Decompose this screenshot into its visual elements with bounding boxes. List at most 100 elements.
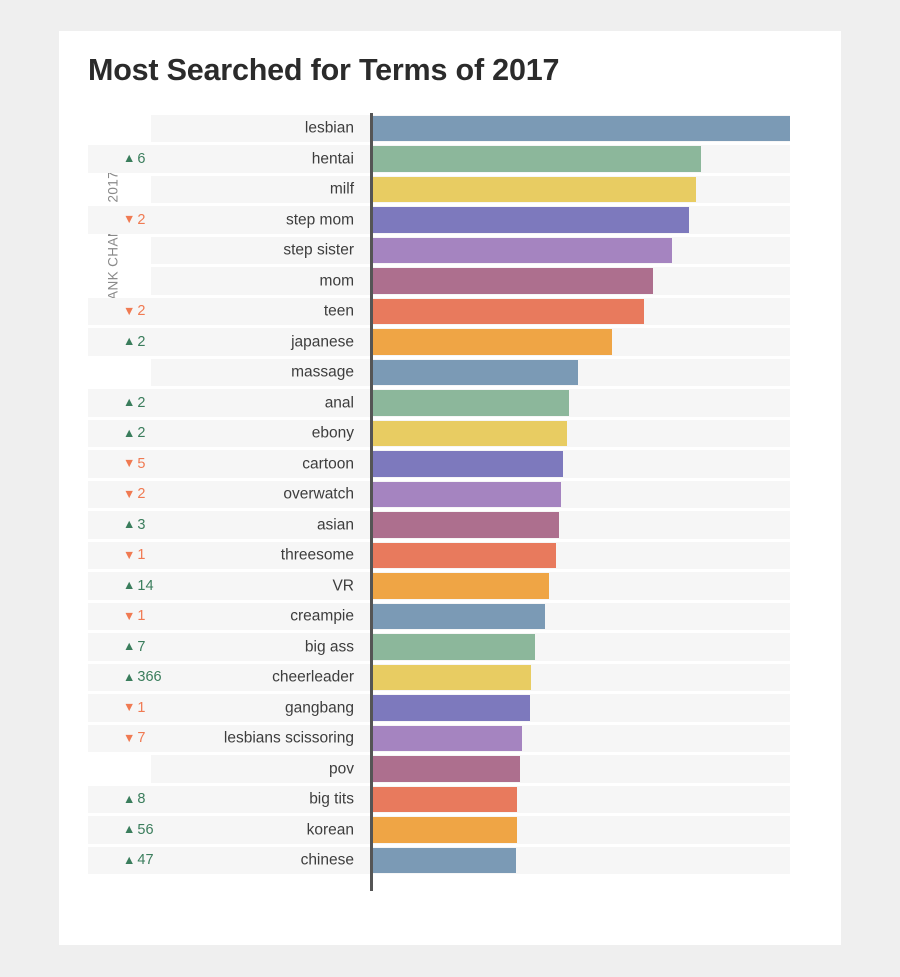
- rank-change-value: 7: [137, 730, 146, 746]
- rank-change-value: 5: [137, 455, 146, 472]
- rank-change-value: 2: [137, 486, 146, 502]
- triangle-up-icon: ▲: [123, 791, 136, 806]
- rank-change-value: 2: [137, 425, 146, 441]
- bar: [372, 725, 523, 751]
- triangle-down-icon: ▼: [123, 547, 136, 562]
- search-term-label: pov: [329, 760, 354, 777]
- bar: [372, 634, 536, 660]
- search-term-label: cartoon: [302, 455, 354, 472]
- rank-change-zone: [88, 755, 364, 783]
- rank-up-indicator: ▲ 366: [123, 670, 162, 685]
- search-term-label: mom: [319, 272, 354, 289]
- triangle-up-icon: ▲: [123, 425, 136, 440]
- rank-change-value: 6: [137, 150, 146, 167]
- table-row: lesbian: [59, 113, 841, 144]
- rank-change-value: 3: [137, 516, 146, 533]
- triangle-up-icon: ▲: [123, 151, 136, 165]
- rank-change-value: 1: [137, 699, 146, 716]
- table-row: ▲ 3 asian: [59, 510, 841, 541]
- triangle-down-icon: ▼: [123, 212, 136, 226]
- search-term-label: lesbians scissoring: [223, 729, 354, 747]
- search-term-label: big ass: [304, 638, 354, 655]
- search-term-label: creampie: [290, 607, 354, 625]
- chart-card: Most Searched for Terms of 2017 RANK CHA…: [59, 31, 841, 945]
- bar: [372, 329, 612, 355]
- triangle-up-icon: ▲: [123, 578, 136, 592]
- table-row: ▲ 2 japanese: [59, 327, 841, 358]
- table-row: ▼ 2 overwatch: [59, 479, 841, 510]
- triangle-up-icon: ▲: [123, 395, 136, 409]
- triangle-up-icon: ▲: [123, 334, 136, 348]
- search-term-label: anal: [324, 394, 354, 411]
- rank-up-indicator: ▲ 3: [123, 516, 146, 533]
- search-term-label: japanese: [291, 333, 354, 350]
- rank-down-indicator: ▼ 1: [123, 699, 146, 716]
- bar: [372, 481, 561, 507]
- rank-down-indicator: ▼ 2: [123, 211, 146, 228]
- rank-change-value: 2: [137, 333, 146, 350]
- rank-change-value: 1: [137, 608, 146, 624]
- rank-up-indicator: ▲ 2: [123, 333, 146, 350]
- search-term-label: threesome: [280, 546, 354, 564]
- value-axis-line: [370, 113, 373, 891]
- table-row: pov: [59, 754, 841, 785]
- rank-change-value: 2: [137, 211, 146, 228]
- table-row: ▼ 1 threesome: [59, 540, 841, 571]
- bar: [372, 359, 578, 385]
- rank-up-indicator: ▲ 56: [123, 822, 154, 838]
- bar: [372, 146, 701, 172]
- table-row: milf: [59, 174, 841, 205]
- search-term-label: asian: [316, 516, 354, 533]
- search-term-label: korean: [306, 821, 354, 838]
- rank-change-value: 47: [137, 852, 154, 868]
- rank-up-indicator: ▲ 2: [123, 426, 145, 441]
- table-row: ▼ 2 step mom: [59, 205, 841, 236]
- rank-up-indicator: ▲ 2: [123, 395, 145, 411]
- table-row: step sister: [59, 235, 841, 266]
- triangle-down-icon: ▼: [123, 303, 136, 318]
- table-row: ▲ 47 chinese: [59, 845, 841, 876]
- rank-down-indicator: ▼ 2: [123, 304, 145, 319]
- triangle-up-icon: ▲: [123, 639, 136, 653]
- page-title: Most Searched for Terms of 2017: [88, 53, 560, 87]
- bar: [372, 207, 689, 233]
- table-row: ▲ 56 korean: [59, 815, 841, 846]
- triangle-down-icon: ▼: [123, 700, 136, 714]
- search-term-label: massage: [291, 363, 354, 381]
- rank-change-value: 1: [137, 547, 146, 563]
- bar: [372, 390, 569, 416]
- bar: [372, 237, 673, 263]
- rank-change-value: 8: [137, 791, 146, 807]
- bar: [372, 420, 567, 446]
- rank-up-indicator: ▲ 47: [123, 853, 154, 868]
- table-row: ▼ 1 creampie: [59, 601, 841, 632]
- table-row: ▲ 8 big tits: [59, 784, 841, 815]
- bar: [372, 268, 654, 294]
- bar: [372, 542, 556, 568]
- table-row: ▲ 6 hentai: [59, 144, 841, 175]
- table-row: massage: [59, 357, 841, 388]
- rank-change-value: 7: [137, 638, 146, 655]
- table-row: ▼ 7 lesbians scissoring: [59, 723, 841, 754]
- rank-down-indicator: ▼ 1: [123, 609, 145, 624]
- bar: [372, 115, 790, 141]
- bar-chart-plot: RANK CHANGE 2017 lesbian ▲ 6 hentai milf ▼ 2st…: [59, 113, 841, 895]
- search-term-label: step sister: [283, 241, 354, 259]
- search-term-label: teen: [323, 302, 354, 320]
- search-term-label: step mom: [285, 211, 354, 228]
- rank-change-value: 14: [137, 577, 154, 594]
- triangle-up-icon: ▲: [123, 822, 136, 836]
- bar: [372, 695, 530, 721]
- triangle-up-icon: ▲: [123, 669, 136, 684]
- triangle-down-icon: ▼: [123, 456, 136, 470]
- table-row: mom: [59, 266, 841, 297]
- bar: [372, 817, 518, 843]
- table-row: ▼ 5 cartoon: [59, 449, 841, 480]
- search-term-label: ebony: [311, 424, 354, 442]
- table-row: ▲ 7 big ass: [59, 632, 841, 663]
- rank-down-indicator: ▼ 7: [123, 731, 145, 746]
- search-term-label: VR: [332, 577, 354, 594]
- table-row: ▼ 1 gangbang: [59, 693, 841, 724]
- table-row: ▲ 14 VR: [59, 571, 841, 602]
- bar: [372, 451, 564, 477]
